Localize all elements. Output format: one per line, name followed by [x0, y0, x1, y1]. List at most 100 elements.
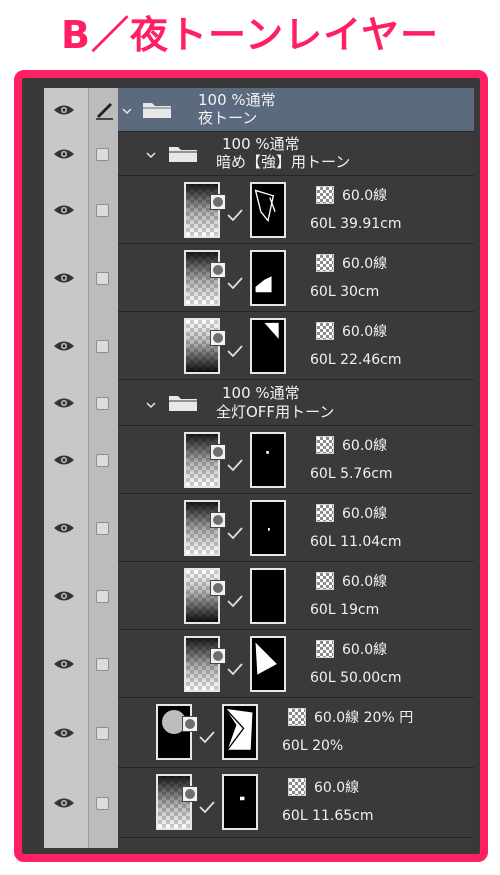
tone-pattern-icon — [316, 254, 334, 272]
eye-icon[interactable] — [53, 590, 75, 602]
mask-link-check-icon[interactable] — [226, 526, 244, 540]
layer-info-label: 60L 19cm — [310, 602, 380, 618]
page-heading: B／夜トーンレイヤー — [61, 13, 439, 57]
edit-target-checkbox[interactable] — [96, 397, 109, 410]
tone-setting-label: 60.0線 — [342, 506, 388, 522]
layer-mask-thumbnail[interactable] — [222, 774, 258, 830]
layer-info-label: 60L 11.65cm — [282, 808, 374, 824]
layer-row[interactable]: 60.0線 60L 11.65cm — [118, 768, 474, 838]
layer-thumbnail — [184, 318, 220, 374]
eye-icon[interactable] — [53, 340, 75, 352]
layer-thumbnail — [156, 704, 192, 760]
layer-group-row-all-lights-off-tone[interactable]: 100 %通常 全灯OFF用トーン — [118, 380, 474, 426]
tone-setting-label: 60.0線 — [314, 780, 360, 796]
layer-row[interactable]: 60.0線 60L 5.76cm — [118, 426, 474, 494]
tone-setting-label: 60.0線 20% 円 — [314, 710, 414, 726]
chevron-down-icon[interactable] — [122, 106, 132, 116]
edit-target-checkbox[interactable] — [96, 340, 109, 353]
layer-mask-thumbnail[interactable] — [250, 182, 286, 238]
layer-property-icon — [210, 444, 226, 460]
layer-group-row-night-tone[interactable]: 100 %通常 夜トーン — [118, 88, 474, 132]
layer-info-label: 60L 39.91cm — [310, 216, 402, 232]
tone-setting-label: 60.0線 — [342, 438, 388, 454]
layer-row[interactable]: 60.0線 60L 19cm — [118, 562, 474, 630]
edit-target-checkbox[interactable] — [96, 454, 109, 467]
edit-target-checkbox[interactable] — [96, 727, 109, 740]
folder-icon — [169, 396, 197, 411]
eye-icon[interactable] — [53, 148, 75, 160]
layer-row[interactable]: 60.0線 60L 50.00cm — [118, 630, 474, 698]
layer-property-icon — [182, 786, 198, 802]
eye-icon[interactable] — [53, 797, 75, 809]
tone-setting-label: 60.0線 — [342, 188, 388, 204]
edit-target-checkbox[interactable] — [96, 148, 109, 161]
layer-info-label: 60L 22.46cm — [310, 352, 402, 368]
edit-target-checkbox[interactable] — [96, 590, 109, 603]
mask-link-check-icon[interactable] — [226, 208, 244, 222]
edit-target-checkbox[interactable] — [96, 272, 109, 285]
mask-link-check-icon[interactable] — [226, 662, 244, 676]
layer-thumbnail — [184, 182, 220, 238]
layer-mask-thumbnail[interactable] — [250, 250, 286, 306]
layer-row[interactable]: 60.0線 60L 11.04cm — [118, 494, 474, 562]
group-blend-mode: 100 %通常 — [222, 384, 300, 402]
layer-property-icon — [210, 194, 226, 210]
mask-link-check-icon[interactable] — [198, 730, 216, 744]
tone-setting-label: 60.0線 — [342, 324, 388, 340]
layer-thumbnail — [184, 568, 220, 624]
layer-property-icon — [210, 580, 226, 596]
eye-icon[interactable] — [53, 658, 75, 670]
folder-icon — [143, 103, 171, 118]
eye-icon[interactable] — [53, 104, 75, 116]
mask-link-check-icon[interactable] — [226, 276, 244, 290]
edit-target-checkbox[interactable] — [96, 797, 109, 810]
edit-target-checkbox[interactable] — [96, 522, 109, 535]
tone-setting-label: 60.0線 — [342, 574, 388, 590]
tone-pattern-icon — [316, 436, 334, 454]
tone-setting-label: 60.0線 — [342, 256, 388, 272]
pen-icon[interactable] — [93, 99, 115, 121]
layer-row[interactable]: 60.0線 60L 30cm — [118, 244, 474, 312]
tone-pattern-icon — [316, 504, 334, 522]
layer-info-label: 60L 11.04cm — [310, 534, 402, 550]
group-name: 夜トーン — [198, 109, 258, 127]
layer-thumbnail — [184, 636, 220, 692]
layer-mask-thumbnail[interactable] — [250, 568, 286, 624]
tone-setting-label: 60.0線 — [342, 642, 388, 658]
eye-icon[interactable] — [53, 522, 75, 534]
mask-link-check-icon[interactable] — [226, 458, 244, 472]
layer-info-label: 60L 20% — [282, 738, 344, 754]
group-name: 暗め【強】用トーン — [216, 153, 351, 171]
layer-mask-thumbnail[interactable] — [250, 500, 286, 556]
chevron-down-icon[interactable] — [146, 400, 156, 410]
tone-pattern-icon — [316, 186, 334, 204]
chevron-down-icon[interactable] — [146, 150, 156, 160]
mask-link-check-icon[interactable] — [198, 800, 216, 814]
layer-mask-thumbnail[interactable] — [222, 704, 258, 760]
layer-info-label: 60L 50.00cm — [310, 670, 402, 686]
tone-pattern-icon — [288, 778, 306, 796]
folder-icon — [169, 147, 197, 162]
mask-link-check-icon[interactable] — [226, 344, 244, 358]
eye-icon[interactable] — [53, 204, 75, 216]
layer-property-icon — [210, 330, 226, 346]
layer-row[interactable]: 60.0線 60L 39.91cm — [118, 176, 474, 244]
layer-property-icon — [210, 262, 226, 278]
layer-mask-thumbnail[interactable] — [250, 636, 286, 692]
layer-row[interactable]: 60.0線 60L 22.46cm — [118, 312, 474, 380]
eye-icon[interactable] — [53, 727, 75, 739]
eye-icon[interactable] — [53, 272, 75, 284]
layer-thumbnail — [184, 250, 220, 306]
edit-target-checkbox[interactable] — [96, 658, 109, 671]
tone-pattern-icon — [316, 572, 334, 590]
layer-property-icon — [210, 512, 226, 528]
mask-link-check-icon[interactable] — [226, 594, 244, 608]
layer-group-row-dark-strong-tone[interactable]: 100 %通常 暗め【強】用トーン — [118, 132, 474, 176]
eye-icon[interactable] — [53, 454, 75, 466]
eye-icon[interactable] — [53, 397, 75, 409]
edit-target-checkbox[interactable] — [96, 204, 109, 217]
layer-mask-thumbnail[interactable] — [250, 318, 286, 374]
layer-mask-thumbnail[interactable] — [250, 432, 286, 488]
layer-row[interactable]: 60.0線 20% 円 60L 20% — [118, 698, 474, 768]
layer-property-icon — [182, 716, 198, 732]
